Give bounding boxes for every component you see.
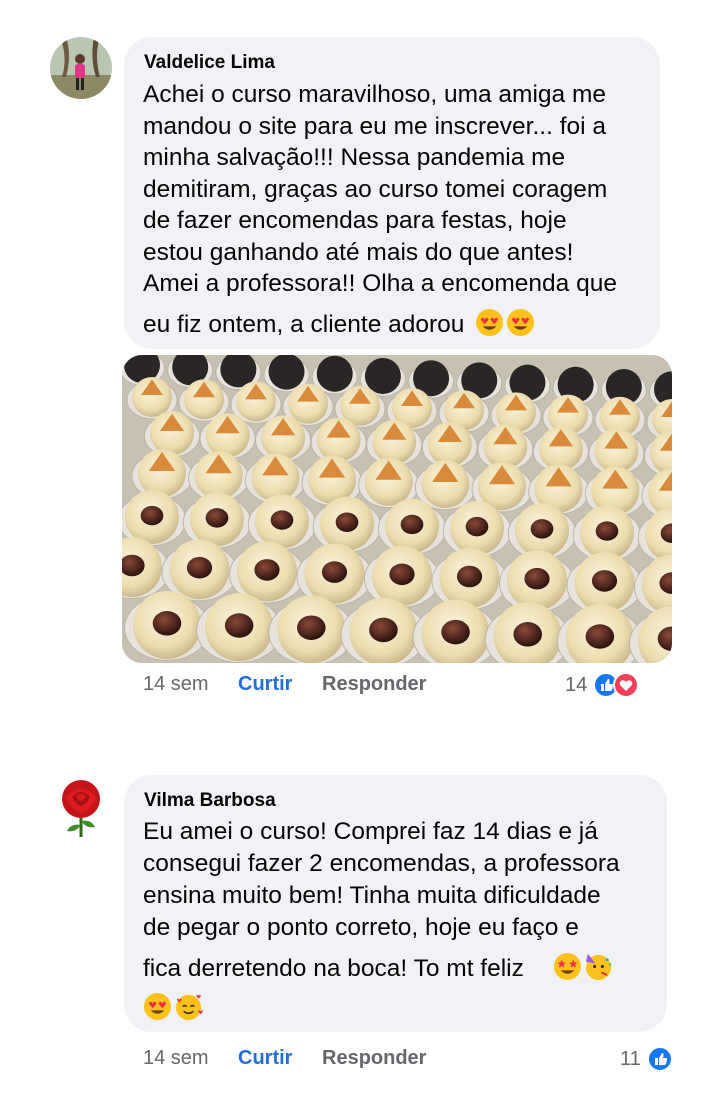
comment-line: consegui fazer 2 encomendas, a professor… (143, 850, 620, 877)
reaction-summary[interactable]: 11 (620, 1046, 673, 1072)
sweet-topping (389, 563, 415, 586)
partying-face-emoji (585, 953, 611, 981)
sweet-topping (270, 510, 294, 530)
comment-line: eu fiz ontem, a cliente adorou (143, 311, 465, 338)
love-reaction-icon (613, 672, 640, 698)
comment-line: fica derretendo na boca! To mt feliz (143, 955, 524, 982)
comment-line: de pegar o ponto correto, hoje eu faço e (143, 914, 579, 941)
sweet-topping (254, 559, 280, 581)
comment-line: Amei a professora!! Olha a encomenda que (143, 270, 617, 297)
sweet-topping (591, 570, 618, 592)
comment-line: de fazer encomendas para festas, hoje (143, 207, 567, 234)
comment-line: demitiram, graças ao curso tomei coragem (143, 176, 608, 203)
sweet-topping (335, 512, 359, 532)
comment-line: mandou o site para eu me inscrever... fo… (143, 113, 607, 140)
sweet-topping (321, 561, 348, 583)
like-button[interactable]: Curtir (238, 1047, 292, 1070)
avatar-valdelice[interactable] (50, 37, 112, 99)
sweet (268, 355, 305, 390)
sweet (316, 355, 353, 392)
heart-eyes-emoji (507, 308, 535, 337)
comment-trailing-emojis (143, 992, 205, 1025)
sweet-topping (524, 567, 550, 590)
reaction-count: 11 (620, 1047, 641, 1070)
comment-line: estou ganhando até mais do que antes! (143, 239, 574, 266)
attached-photo[interactable] (122, 355, 672, 663)
sweet-topping (186, 556, 213, 579)
sweet (364, 358, 401, 394)
sweet-topping (224, 613, 254, 638)
reply-button[interactable]: Responder (322, 673, 426, 696)
sweet-topping (441, 619, 470, 645)
comment-line: Achei o curso maravilhoso, uma amiga me (143, 81, 606, 108)
sweet-topping (297, 615, 326, 640)
sweet-topping (530, 519, 554, 539)
sweet-topping (595, 521, 619, 541)
like-button[interactable]: Curtir (238, 673, 292, 696)
sweet-topping (205, 508, 229, 528)
sweet-topping (585, 624, 615, 649)
heart-eyes-emoji (476, 308, 504, 337)
sweet-topping (465, 516, 489, 537)
sweet-topping (140, 505, 164, 526)
sweet-topping (513, 622, 542, 647)
comment-author[interactable]: Vilma Barbosa (144, 790, 276, 812)
star-struck-emoji (553, 952, 581, 981)
reaction-count: 14 (565, 673, 588, 696)
comment-line: Eu amei o curso! Comprei faz 14 dias e j… (143, 818, 598, 845)
sweet-topping (369, 617, 398, 643)
comment-line: ensina muito bem! Tinha muita dificuldad… (143, 882, 601, 909)
smiling-hearts-emoji (175, 994, 203, 1021)
sweet-topping (400, 514, 424, 535)
comment-line-last: eu fiz ontem, a cliente adorou (143, 308, 537, 341)
like-reaction-icon (646, 1046, 673, 1072)
reaction-summary[interactable]: 14 (565, 672, 640, 698)
comment-line: minha salvação!!! Nessa pandemia me (143, 144, 566, 171)
reply-button[interactable]: Responder (322, 1047, 426, 1070)
sweet-topping (152, 611, 182, 636)
comment-timestamp[interactable]: 14 sem (143, 673, 209, 696)
heart-eyes-emoji (143, 992, 172, 1021)
avatar-vilma[interactable] (50, 775, 112, 837)
comment-timestamp[interactable]: 14 sem (143, 1047, 209, 1070)
comment-line-with-emojis: fica derretendo na boca! To mt feliz (143, 952, 615, 985)
comment-author[interactable]: Valdelice Lima (144, 52, 275, 74)
sweet-topping (456, 565, 483, 588)
